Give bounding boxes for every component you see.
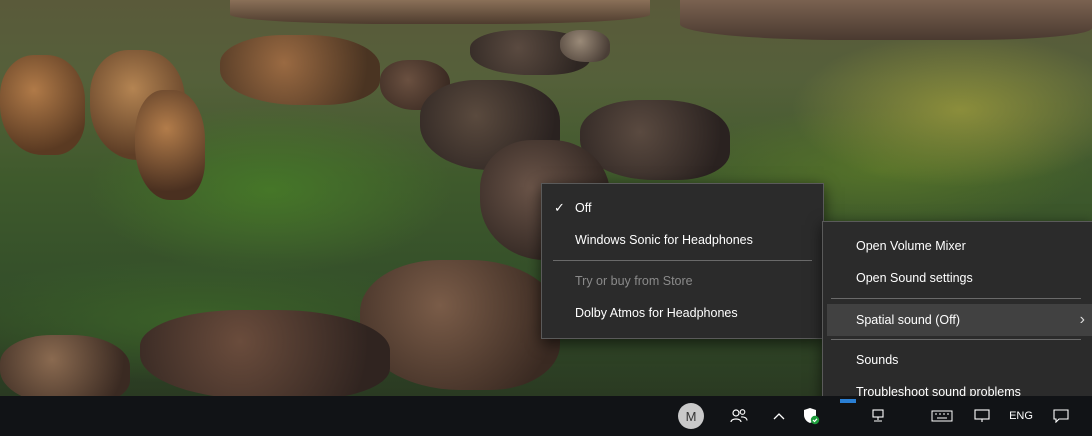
people-icon: [730, 409, 748, 423]
wallpaper-rock: [230, 0, 650, 24]
display-icon: [974, 409, 990, 422]
input-language-button[interactable]: ENG: [1002, 396, 1040, 436]
menu-separator: [831, 298, 1081, 299]
shield-check-icon: [804, 408, 820, 425]
menu-item-label: Open Sound settings: [856, 271, 973, 285]
menu-item-label: Sounds: [856, 353, 899, 367]
menu-item-try-or-buy-store: Try or buy from Store: [542, 265, 823, 297]
menu-item-label: Windows Sonic for Headphones: [575, 233, 753, 247]
menu-item-label: Open Volume Mixer: [856, 239, 966, 253]
action-center-button[interactable]: [1046, 396, 1076, 436]
people-button[interactable]: [722, 396, 756, 436]
menu-item-spatial-off[interactable]: ✓ Off: [542, 192, 823, 224]
wallpaper-rock: [680, 0, 1092, 40]
wallpaper-rock: [560, 30, 610, 62]
menu-separator: [831, 339, 1081, 340]
account-avatar-button[interactable]: M: [671, 396, 711, 436]
menu-item-spatial-sound[interactable]: Spatial sound (Off) ›: [827, 304, 1092, 336]
menu-item-windows-sonic[interactable]: Windows Sonic for Headphones: [542, 224, 823, 256]
menu-item-label: Spatial sound (Off): [856, 313, 960, 327]
volume-button[interactable]: [838, 396, 858, 436]
network-button[interactable]: [866, 396, 890, 436]
menu-item-sounds[interactable]: Sounds: [823, 344, 1092, 376]
notifications-icon: [1053, 409, 1069, 423]
spatial-sound-submenu: ✓ Off Windows Sonic for Headphones Try o…: [541, 183, 824, 339]
touch-keyboard-button[interactable]: [928, 396, 956, 436]
wallpaper-rock: [220, 35, 380, 105]
windows-security-button[interactable]: [798, 396, 824, 436]
wallpaper-rock: [0, 335, 130, 396]
wallpaper-rock: [0, 55, 85, 155]
wallpaper-rock: [140, 310, 390, 396]
menu-item-dolby-atmos[interactable]: Dolby Atmos for Headphones: [542, 297, 823, 329]
menu-separator: [553, 260, 812, 261]
menu-item-label: Try or buy from Store: [575, 274, 693, 288]
menu-item-open-sound-settings[interactable]: Open Sound settings: [823, 262, 1092, 294]
volume-icon: [840, 399, 856, 403]
wallpaper-rock: [135, 90, 205, 200]
chevron-up-icon: [773, 413, 785, 420]
display-button[interactable]: [970, 396, 994, 436]
chevron-right-icon: ›: [1079, 311, 1085, 328]
keyboard-icon: [931, 410, 953, 422]
avatar: M: [678, 403, 704, 429]
menu-item-label: Off: [575, 201, 592, 215]
show-hidden-icons-button[interactable]: [766, 396, 792, 436]
menu-item-label: Dolby Atmos for Headphones: [575, 306, 738, 320]
wallpaper-rock: [360, 260, 560, 390]
network-icon: [872, 409, 884, 422]
language-indicator: ENG: [1009, 410, 1033, 422]
menu-item-open-volume-mixer[interactable]: Open Volume Mixer: [823, 230, 1092, 262]
checkmark-icon: ✓: [554, 200, 565, 215]
sound-context-menu: Open Volume Mixer Open Sound settings Sp…: [822, 221, 1092, 418]
taskbar: M ENG: [0, 396, 1092, 436]
